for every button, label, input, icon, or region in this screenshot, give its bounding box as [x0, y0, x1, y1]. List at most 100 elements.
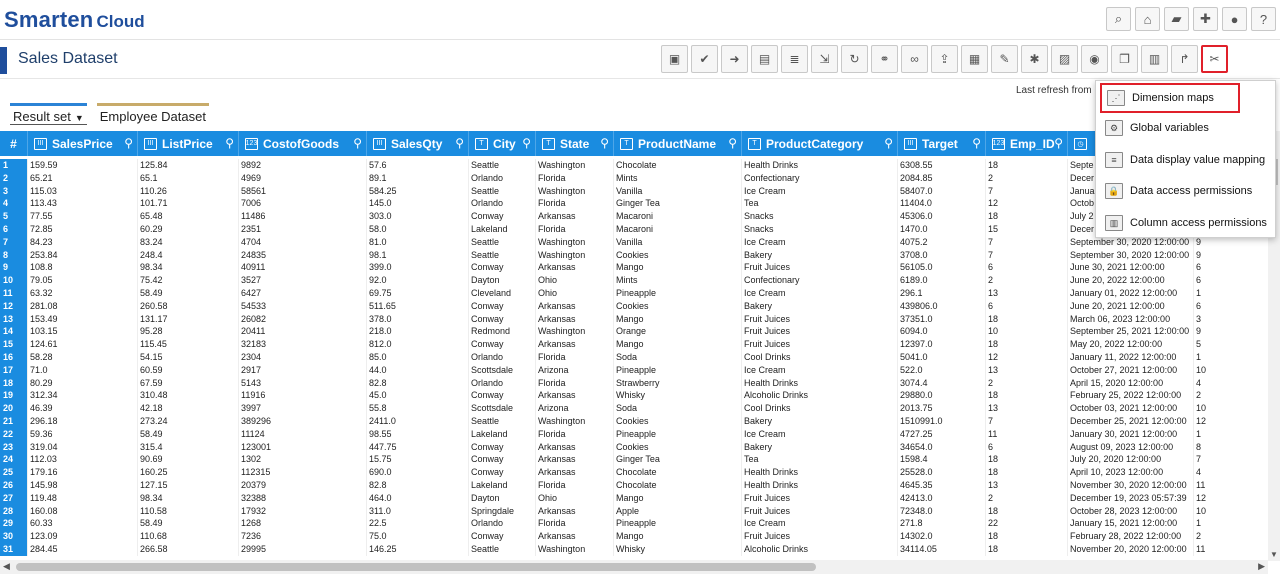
cell-date[interactable]: January 30, 2021 12:00:00: [1068, 427, 1194, 441]
cell-productname[interactable]: Mango: [614, 338, 742, 352]
cell-productcategory[interactable]: Fruit Juices: [742, 338, 898, 352]
cell-costofgoods[interactable]: 2304: [239, 351, 367, 364]
cell-productcategory[interactable]: Tea: [742, 453, 898, 467]
cell-emp-id[interactable]: 10: [986, 325, 1068, 339]
cell-salesqty[interactable]: 44.0: [367, 363, 469, 377]
cell-listprice[interactable]: 65.1: [138, 171, 239, 185]
cell-city[interactable]: Orlando: [469, 517, 536, 531]
cell-costofgoods[interactable]: 3997: [239, 402, 367, 416]
cell-extra[interactable]: 1: [1194, 427, 1270, 441]
edit-check-icon[interactable]: ✔: [691, 45, 718, 73]
grid-icon[interactable]: ▦: [961, 45, 988, 73]
cell-productcategory[interactable]: Fruit Juices: [742, 491, 898, 505]
cell-listprice[interactable]: 160.25: [138, 466, 239, 480]
menu-item-data-access-permissions[interactable]: 🔒 Data access permissions: [1096, 176, 1275, 206]
cell-salesqty[interactable]: 98.1: [367, 248, 469, 262]
cell-emp-id[interactable]: 11: [986, 427, 1068, 441]
column-search-icon[interactable]: ⚲: [728, 136, 737, 150]
column-search-icon[interactable]: ⚲: [353, 136, 362, 150]
cell-productname[interactable]: Mango: [614, 312, 742, 326]
cell-productcategory[interactable]: Alcoholic Drinks: [742, 389, 898, 403]
cell-costofgoods[interactable]: 4704: [239, 235, 367, 249]
cell-city[interactable]: Redmond: [469, 325, 536, 339]
table-row[interactable]: 9 108.8 98.34 40911 399.0 Conway Arkansas Mango…: [0, 261, 1270, 275]
cell-salesprice[interactable]: 71.0: [28, 363, 138, 377]
cell-extra[interactable]: 10: [1194, 504, 1270, 518]
cell-costofgoods[interactable]: 7006: [239, 197, 367, 211]
cell-costofgoods[interactable]: 2351: [239, 223, 367, 236]
cell-productcategory[interactable]: Fruit Juices: [742, 504, 898, 518]
brand-logo[interactable]: Smarten Cloud: [4, 7, 145, 33]
cell-target[interactable]: 296.1: [898, 287, 986, 300]
table-row[interactable]: 23 319.04 315.4 123001 447.75 Conway Arkansas C…: [0, 440, 1270, 454]
cell-extra[interactable]: 2: [1194, 530, 1270, 544]
cell-productname[interactable]: Cookies: [614, 440, 742, 454]
column-header-target[interactable]: III Target ⚲: [898, 131, 986, 156]
cell-city[interactable]: Seattle: [469, 543, 536, 556]
cell-productname[interactable]: Chocolate: [614, 159, 742, 172]
settings-icon[interactable]: ✱: [1021, 45, 1048, 73]
cell-productcategory[interactable]: Health Drinks: [742, 466, 898, 480]
cell-costofgoods[interactable]: 24835: [239, 248, 367, 262]
cell-emp-id[interactable]: 2: [986, 171, 1068, 185]
cell-target[interactable]: 3074.4: [898, 376, 986, 390]
cell-productcategory[interactable]: Health Drinks: [742, 159, 898, 172]
cell-productname[interactable]: Vanilla: [614, 184, 742, 198]
cell-target[interactable]: 6308.55: [898, 159, 986, 172]
cell-date[interactable]: January 01, 2022 12:00:00: [1068, 287, 1194, 300]
link-icon[interactable]: ∞: [901, 45, 928, 73]
cell-date[interactable]: May 20, 2022 12:00:00: [1068, 338, 1194, 352]
shortcut-icon[interactable]: ↱: [1171, 45, 1198, 73]
scroll-left-arrow-icon[interactable]: ◀: [3, 561, 10, 572]
cell-city[interactable]: Conway: [469, 466, 536, 480]
table-row[interactable]: 4 113.43 101.71 7006 145.0 Orlando Florida Ging…: [0, 197, 1270, 211]
cell-emp-id[interactable]: 18: [986, 312, 1068, 326]
column-header-productcategory[interactable]: T ProductCategory ⚲: [742, 131, 898, 156]
cell-salesprice[interactable]: 312.34: [28, 389, 138, 403]
cell-salesprice[interactable]: 103.15: [28, 325, 138, 339]
plus-icon[interactable]: ✚: [1193, 7, 1218, 31]
user-icon[interactable]: ●: [1222, 7, 1247, 31]
cell-productname[interactable]: Macaroni: [614, 223, 742, 236]
cell-productcategory[interactable]: Cool Drinks: [742, 351, 898, 364]
cell-state[interactable]: Florida: [536, 427, 614, 441]
cell-state[interactable]: Florida: [536, 479, 614, 492]
cell-extra[interactable]: 4: [1194, 466, 1270, 480]
cell-emp-id[interactable]: 12: [986, 351, 1068, 364]
cell-target[interactable]: 34114.05: [898, 543, 986, 556]
cell-salesqty[interactable]: 464.0: [367, 491, 469, 505]
cell-productname[interactable]: Cookies: [614, 248, 742, 262]
cell-emp-id[interactable]: 13: [986, 479, 1068, 492]
cell-date[interactable]: June 20, 2021 12:00:00: [1068, 299, 1194, 313]
image-icon[interactable]: ▨: [1051, 45, 1078, 73]
table-row[interactable]: 25 179.16 160.25 112315 690.0 Conway Arkansas C…: [0, 466, 1270, 480]
cell-productname[interactable]: Orange: [614, 325, 742, 339]
scroll-right-arrow-icon[interactable]: ▶: [1258, 561, 1265, 572]
cell-salesprice[interactable]: 179.16: [28, 466, 138, 480]
cell-productcategory[interactable]: Ice Cream: [742, 184, 898, 198]
cell-listprice[interactable]: 98.34: [138, 491, 239, 505]
cell-city[interactable]: Conway: [469, 440, 536, 454]
cell-costofgoods[interactable]: 389296: [239, 415, 367, 428]
cell-extra[interactable]: 11: [1194, 543, 1270, 556]
cell-productname[interactable]: Pineapple: [614, 517, 742, 531]
cell-salesqty[interactable]: 98.55: [367, 427, 469, 441]
cell-listprice[interactable]: 310.48: [138, 389, 239, 403]
table-row[interactable]: 13 153.49 131.17 26082 378.0 Conway Arkansas Ma…: [0, 312, 1270, 326]
cell-costofgoods[interactable]: 20411: [239, 325, 367, 339]
cell-costofgoods[interactable]: 7236: [239, 530, 367, 544]
cell-salesprice[interactable]: 60.33: [28, 517, 138, 531]
cell-city[interactable]: Orlando: [469, 351, 536, 364]
column-search-icon[interactable]: ⚲: [972, 136, 981, 150]
table-row[interactable]: 30 123.09 110.68 7236 75.0 Conway Arkansas Mang…: [0, 530, 1270, 544]
column-search-icon[interactable]: ⚲: [124, 136, 133, 150]
cell-emp-id[interactable]: 2: [986, 274, 1068, 288]
cell-emp-id[interactable]: 18: [986, 530, 1068, 544]
table-row[interactable]: 31 284.45 266.58 29995 146.25 Seattle Washingt…: [0, 543, 1270, 556]
cell-extra[interactable]: 9: [1194, 325, 1270, 339]
column-header-city[interactable]: T City ⚲: [469, 131, 536, 156]
cell-productcategory[interactable]: Confectionary: [742, 274, 898, 288]
cell-state[interactable]: Arkansas: [536, 389, 614, 403]
cell-extra[interactable]: 1: [1194, 287, 1270, 300]
cell-costofgoods[interactable]: 1302: [239, 453, 367, 467]
